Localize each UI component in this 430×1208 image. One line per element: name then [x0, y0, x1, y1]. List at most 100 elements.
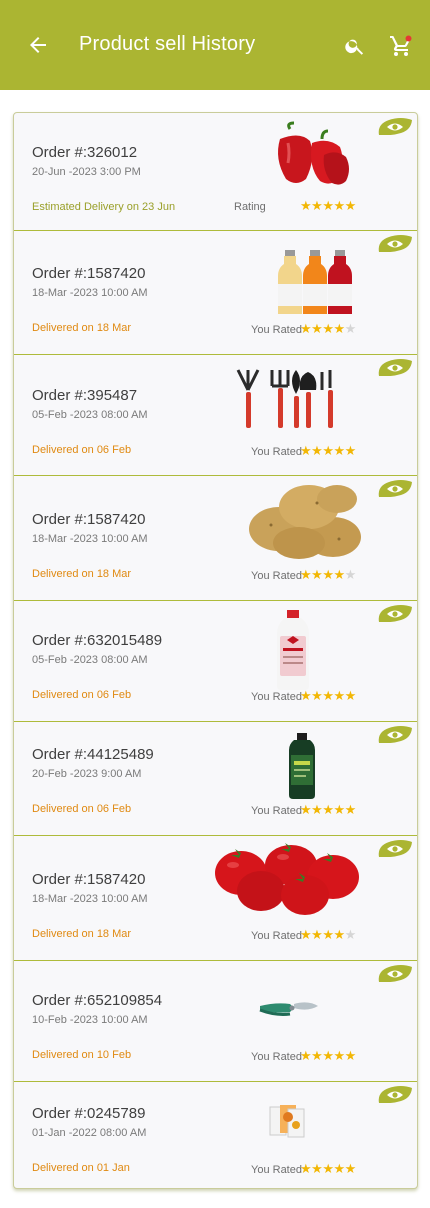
rating-label: You Rated: [251, 805, 302, 817]
star-icon: ★: [333, 567, 345, 582]
star-icon: ★: [322, 1161, 334, 1176]
rating-stars: ★★★★★: [300, 1048, 356, 1064]
order-date: 05-Feb -2023 08:00 AM: [32, 409, 148, 421]
star-icon: ★: [311, 927, 323, 942]
star-icon: ★: [322, 802, 334, 817]
product-image: [232, 366, 352, 437]
order-card[interactable]: Order #:1587420 18-Mar -2023 10:00 AM De…: [14, 835, 417, 961]
star-icon: ★: [333, 802, 345, 817]
product-image: [274, 121, 354, 196]
star-icon: ★: [322, 567, 334, 582]
order-card[interactable]: Order #:1587420 18-Mar -2023 10:00 AM De…: [14, 475, 417, 601]
rating-stars: ★★★★★: [300, 198, 356, 214]
order-card[interactable]: Order #:44125489 20-Feb -2023 9:00 AM De…: [14, 721, 417, 836]
delivery-status: Delivered on 18 Mar: [32, 928, 132, 940]
star-icon: ★: [344, 1161, 357, 1176]
star-icon: ★: [333, 927, 345, 942]
star-icon: ★: [322, 443, 334, 458]
order-card[interactable]: Order #:395487 05-Feb -2023 08:00 AM Del…: [14, 354, 417, 476]
rating-stars: ★★★★★: [300, 802, 356, 818]
star-icon: ★: [311, 1161, 323, 1176]
rating-label: Rating: [234, 201, 266, 213]
delivery-status: Delivered on 01 Jan: [32, 1162, 130, 1174]
order-id: Order #:1587420: [32, 265, 146, 282]
rating-stars: ★★★★★: [300, 1161, 356, 1177]
delivery-status: Delivered on 06 Feb: [32, 444, 132, 456]
star-icon: ★: [333, 1161, 345, 1176]
order-date: 18-Mar -2023 10:00 AM: [32, 893, 148, 905]
order-id: Order #:1587420: [32, 871, 146, 888]
star-icon: ★: [300, 198, 312, 213]
view-order-eye-icon[interactable]: [375, 726, 413, 743]
delivery-status: Delivered on 18 Mar: [32, 322, 132, 334]
star-icon: ★: [344, 927, 357, 942]
star-icon: ★: [344, 198, 357, 213]
search-icon[interactable]: [344, 35, 366, 57]
order-id: Order #:326012: [32, 144, 138, 161]
view-order-eye-icon[interactable]: [375, 359, 413, 376]
order-date: 01-Jan -2022 08:00 AM: [32, 1127, 147, 1139]
rating-label: You Rated: [251, 1051, 302, 1063]
star-icon: ★: [322, 1048, 334, 1063]
rating-stars: ★★★★★: [300, 567, 356, 583]
order-id: Order #:632015489: [32, 632, 163, 649]
delivery-status: Estimated Delivery on 23 Jun: [32, 201, 176, 213]
order-card[interactable]: Order #:1587420 18-Mar -2023 10:00 AM De…: [14, 230, 417, 355]
order-card[interactable]: Order #:326012 20-Jun -2023 3:00 PM Esti…: [14, 113, 417, 231]
star-icon: ★: [322, 927, 334, 942]
delivery-status: Delivered on 18 Mar: [32, 568, 132, 580]
view-order-eye-icon[interactable]: [375, 605, 413, 622]
star-icon: ★: [333, 321, 345, 336]
star-icon: ★: [311, 198, 323, 213]
order-date: 20-Jun -2023 3:00 PM: [32, 166, 141, 178]
view-order-eye-icon[interactable]: [375, 840, 413, 857]
star-icon: ★: [333, 688, 345, 703]
back-arrow-icon[interactable]: [26, 33, 50, 57]
order-card[interactable]: Order #:0245789 01-Jan -2022 08:00 AM De…: [14, 1081, 417, 1188]
order-card[interactable]: Order #:632015489 05-Feb -2023 08:00 AM …: [14, 600, 417, 722]
order-id: Order #:0245789: [32, 1105, 146, 1122]
star-icon: ★: [333, 198, 345, 213]
star-icon: ★: [311, 567, 323, 582]
star-icon: ★: [344, 1048, 357, 1063]
star-icon: ★: [300, 1048, 312, 1063]
star-icon: ★: [311, 321, 323, 336]
star-icon: ★: [311, 443, 323, 458]
star-icon: ★: [322, 198, 334, 213]
star-icon: ★: [344, 443, 357, 458]
star-icon: ★: [333, 1048, 345, 1063]
order-date: 05-Feb -2023 08:00 AM: [32, 654, 148, 666]
star-icon: ★: [300, 567, 312, 582]
view-order-eye-icon[interactable]: [375, 1086, 413, 1103]
star-icon: ★: [344, 802, 357, 817]
delivery-status: Delivered on 10 Feb: [32, 1049, 132, 1061]
page-title: Product sell History: [79, 33, 256, 55]
star-icon: ★: [300, 927, 312, 942]
product-image: [277, 610, 309, 695]
star-icon: ★: [344, 321, 357, 336]
product-image: [213, 843, 363, 922]
view-order-eye-icon[interactable]: [375, 480, 413, 497]
product-image: [268, 1103, 306, 1144]
delivery-status: Delivered on 06 Feb: [32, 803, 132, 815]
delivery-status: Delivered on 06 Feb: [32, 689, 132, 701]
star-icon: ★: [344, 567, 357, 582]
product-image: [276, 250, 356, 321]
rating-label: You Rated: [251, 930, 302, 942]
cart-icon[interactable]: [389, 34, 413, 58]
star-icon: ★: [311, 802, 323, 817]
order-id: Order #:1587420: [32, 511, 146, 528]
view-order-eye-icon[interactable]: [375, 965, 413, 982]
view-order-eye-icon[interactable]: [375, 118, 413, 135]
view-order-eye-icon[interactable]: [375, 235, 413, 252]
rating-stars: ★★★★★: [300, 927, 356, 943]
app-bar: Product sell History: [0, 0, 430, 90]
rating-stars: ★★★★★: [300, 321, 356, 337]
star-icon: ★: [300, 1161, 312, 1176]
order-id: Order #:44125489: [32, 746, 154, 763]
order-card[interactable]: Order #:652109854 10-Feb -2023 10:00 AM …: [14, 960, 417, 1082]
star-icon: ★: [300, 443, 312, 458]
product-image: [247, 479, 367, 568]
order-date: 18-Mar -2023 10:00 AM: [32, 287, 148, 299]
order-date: 18-Mar -2023 10:00 AM: [32, 533, 148, 545]
